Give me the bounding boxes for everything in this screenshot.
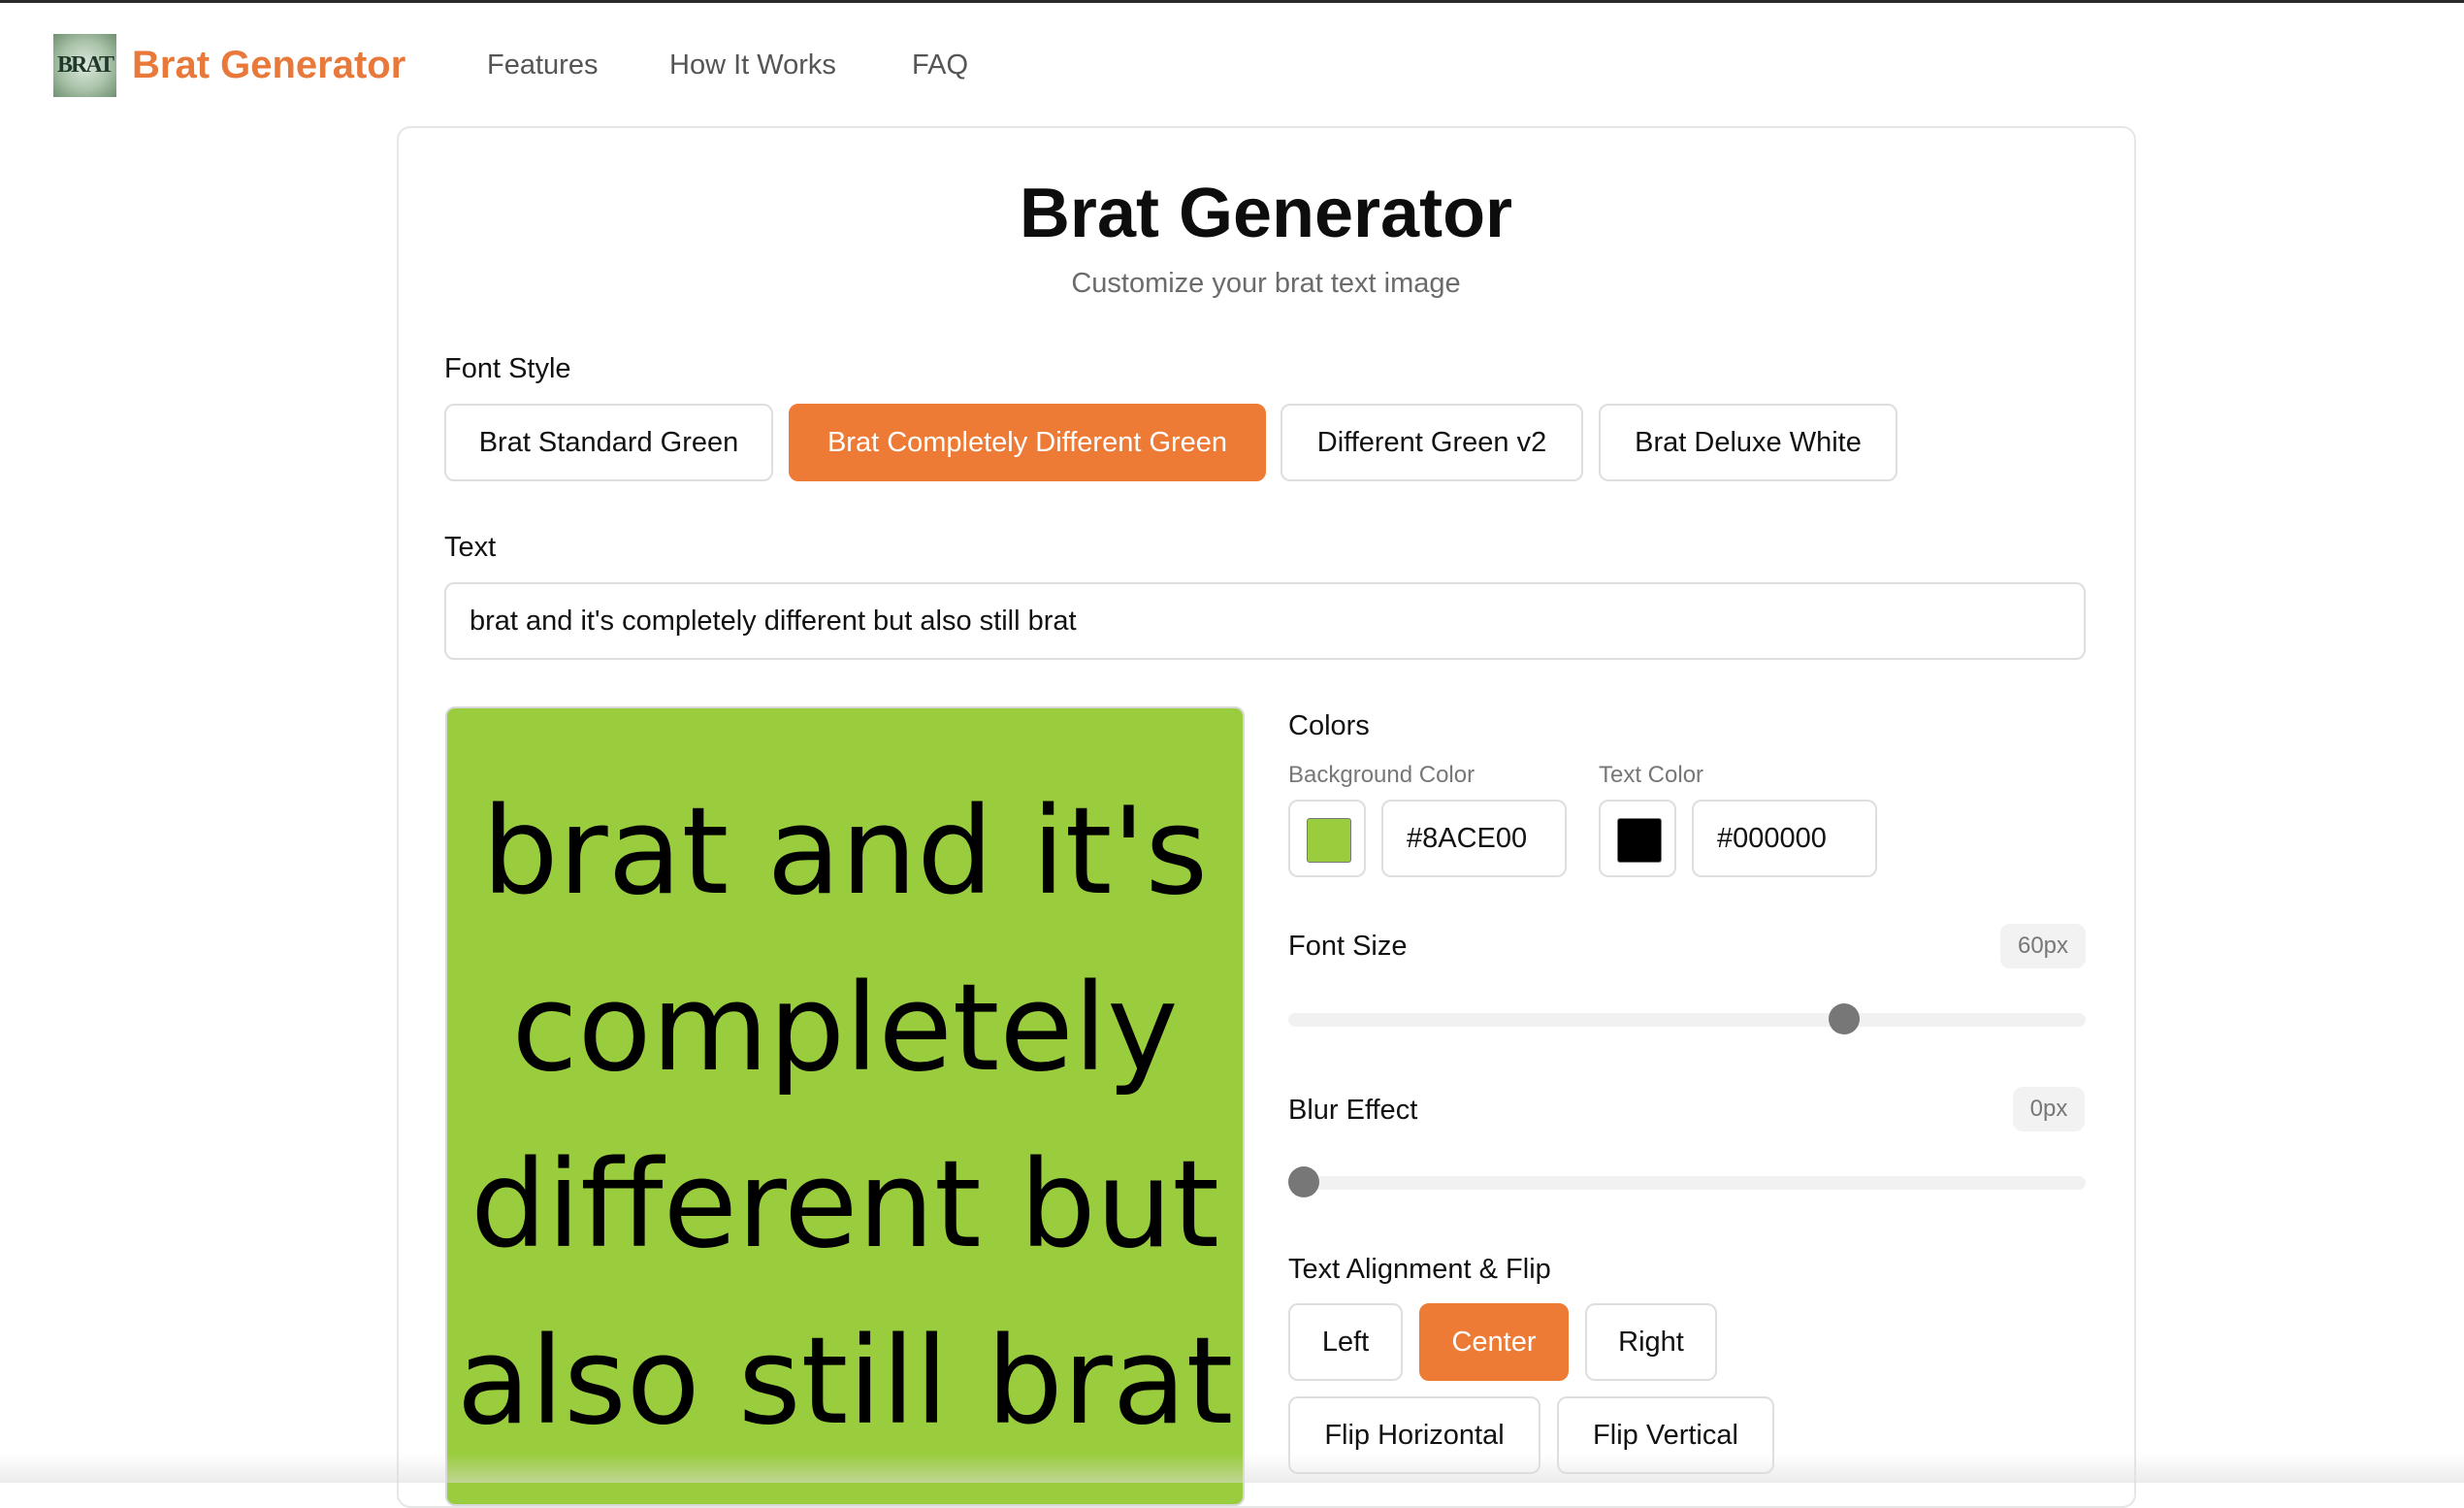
text-hex-input[interactable] — [1692, 800, 1877, 877]
brat-preview-canvas: brat and it's completely different but a… — [445, 706, 1245, 1506]
preview-line: completely — [511, 959, 1179, 1098]
text-color-label: Text Color — [1599, 762, 1704, 788]
brat-logo-icon[interactable]: BRAT — [53, 34, 116, 97]
font-option-brat-completely-different-green[interactable]: Brat Completely Different Green — [789, 404, 1266, 481]
page-title: Brat Generator — [1019, 175, 1513, 252]
font-size-value-badge: 60px — [2000, 924, 2086, 968]
blur-slider-thumb[interactable] — [1288, 1166, 1319, 1197]
brand-name-link[interactable]: Brat Generator — [132, 38, 405, 92]
align-center-button[interactable]: Center — [1419, 1303, 1569, 1381]
nav-link-how-it-works[interactable]: How It Works — [669, 46, 836, 84]
text-input[interactable] — [444, 582, 2086, 660]
font-option-brat-standard-green[interactable]: Brat Standard Green — [444, 404, 773, 481]
page-subtitle: Customize your brat text image — [1071, 268, 1461, 299]
nav-link-features[interactable]: Features — [487, 46, 598, 84]
background-color-label: Background Color — [1288, 762, 1475, 788]
alignment-label: Text Alignment & Flip — [1288, 1254, 1551, 1285]
background-color-picker[interactable] — [1288, 800, 1366, 877]
text-color-swatch — [1617, 818, 1662, 863]
font-option-brat-deluxe-white[interactable]: Brat Deluxe White — [1599, 404, 1897, 481]
blur-effect-label: Blur Effect — [1288, 1095, 1418, 1126]
font-size-slider-thumb[interactable] — [1828, 1003, 1860, 1034]
background-color-swatch — [1307, 818, 1351, 863]
nav-link-faq[interactable]: FAQ — [912, 46, 968, 84]
preview-text: brat and it's completely different but a… — [447, 764, 1243, 1470]
colors-label: Colors — [1288, 710, 1370, 741]
font-size-label: Font Size — [1288, 931, 1408, 962]
text-color-picker[interactable] — [1599, 800, 1676, 877]
blur-value-badge: 0px — [2013, 1087, 2085, 1131]
align-right-button[interactable]: Right — [1585, 1303, 1717, 1381]
preview-line: different but — [470, 1135, 1219, 1275]
preview-line: also still brat — [456, 1312, 1234, 1452]
align-left-button[interactable]: Left — [1288, 1303, 1403, 1381]
logo-badge-text: BRAT — [57, 52, 114, 78]
preview-line: brat and it's — [481, 782, 1209, 922]
font-option-different-green-v2[interactable]: Different Green v2 — [1281, 404, 1583, 481]
background-hex-input[interactable] — [1381, 800, 1567, 877]
flip-vertical-button[interactable]: Flip Vertical — [1557, 1396, 1774, 1474]
font-style-label: Font Style — [444, 353, 571, 384]
flip-horizontal-button[interactable]: Flip Horizontal — [1288, 1396, 1540, 1474]
top-navigation: BRAT Brat Generator Features How It Work… — [0, 3, 2464, 124]
text-label: Text — [444, 532, 497, 563]
blur-slider[interactable] — [1288, 1166, 2086, 1197]
font-size-slider[interactable] — [1288, 1003, 2086, 1034]
